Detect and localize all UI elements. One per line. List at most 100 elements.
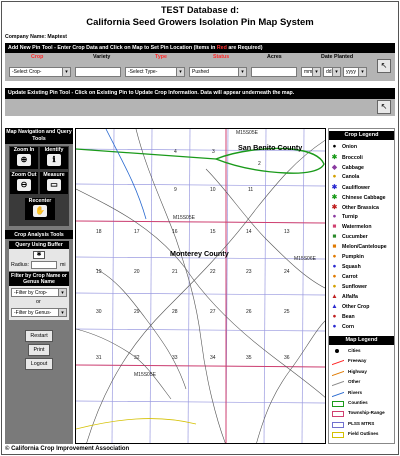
- crop-symbol-icon: ●: [332, 313, 337, 320]
- zoom-in-label: Zoom In: [13, 147, 35, 153]
- map-legend-label: PLSS MTRS: [348, 420, 375, 426]
- township-label: M15S05E: [173, 215, 195, 221]
- section-number: 13: [284, 229, 290, 235]
- logout-button[interactable]: Logout: [25, 358, 53, 370]
- crop-legend-item: ◆ Cabbage: [331, 163, 364, 172]
- section-number: 4: [174, 149, 177, 155]
- measure-button[interactable]: Measure ▭: [40, 172, 68, 194]
- date-month-select[interactable]: mm ▾: [301, 67, 321, 77]
- section-number: 32: [134, 355, 140, 361]
- type-select-value: -Select Type-: [128, 69, 158, 75]
- crop-legend-label: Canola: [342, 174, 360, 180]
- section-number: 27: [210, 309, 216, 315]
- crop-legend-label: Carrot: [342, 274, 358, 280]
- or-label: or: [36, 299, 41, 305]
- map-layers: [76, 129, 325, 443]
- map-legend-swatch-icon: [332, 388, 344, 397]
- river-line: [105, 129, 147, 220]
- crop-legend-label: Corn: [342, 324, 355, 330]
- database-title: TEST Database d:: [160, 5, 240, 15]
- crop-select[interactable]: -Select Crop- ▾: [9, 67, 71, 77]
- ruler-icon: ▭: [47, 179, 61, 191]
- section-number: 35: [246, 355, 252, 361]
- variety-input[interactable]: [75, 67, 121, 77]
- update-pin-pointer-button[interactable]: ↖: [377, 100, 391, 114]
- recenter-label: Recenter: [28, 198, 52, 204]
- crop-legend-item: ■ Cucumber: [331, 233, 368, 242]
- crop-symbol-icon: ●: [332, 213, 337, 220]
- buffer-query-title: Query Using Buffer: [9, 241, 69, 249]
- zoom-in-icon: ⊕: [17, 154, 31, 166]
- crop-legend-item: ✱ Cauliflower: [331, 183, 370, 192]
- township-label: M15S05E: [236, 130, 258, 136]
- copyright-footer: © California Crop Improvement Associatio…: [5, 446, 130, 452]
- type-select[interactable]: -Select Type- ▾: [125, 67, 185, 77]
- crop-legend-label: Watermelon: [342, 224, 372, 230]
- new-pin-tool-title: Add New Pin Tool - Enter Crop Data and C…: [5, 43, 395, 53]
- section-number: 34: [210, 355, 216, 361]
- map-legend-title: Map Legend: [329, 336, 394, 345]
- buffer-query-icon[interactable]: ✱: [33, 251, 45, 259]
- filter-genus-value: -Filter by Genus-: [14, 310, 52, 316]
- filter-crop-value: -Filter by Crop-: [14, 290, 48, 296]
- section-number: 9: [174, 187, 177, 193]
- crop-symbol-icon: ●: [332, 253, 337, 260]
- field-outline: [76, 418, 197, 430]
- crop-symbol-icon: ●: [332, 283, 337, 290]
- map-legend-swatch-icon: [332, 421, 344, 428]
- measure-label: Measure: [43, 172, 65, 178]
- filter-title: Filter by Crop Name or Genus Name: [9, 272, 69, 286]
- chevron-down-icon: ▾: [332, 68, 340, 76]
- section-number: 19: [96, 269, 102, 275]
- crop-legend-label: Melon/Canteloupe: [342, 244, 387, 250]
- company-name: Company Name: Maptest: [5, 34, 67, 40]
- crop-legend-item: ✱ Other Brassica: [331, 203, 379, 212]
- recenter-button[interactable]: Recenter ✋: [25, 198, 55, 220]
- section-number: 18: [96, 229, 102, 235]
- tools-column: Map Navigation and Query Tools Zoom In ⊕ …: [5, 128, 73, 444]
- section-number: 10: [210, 187, 216, 193]
- section-number: 15: [210, 229, 216, 235]
- new-pin-tool-panel: Crop Variety Type Status Acres Date Plan…: [5, 53, 395, 81]
- section-number: 14: [246, 229, 252, 235]
- crop-legend-item: ✱ Chinese Cabbage: [331, 193, 386, 202]
- restart-button[interactable]: Restart: [25, 330, 53, 342]
- crop-legend-label: Pumpkin: [342, 254, 364, 260]
- map-canvas[interactable]: M15S05E M15S05E M15S06E M15S05E San Beni…: [75, 128, 326, 444]
- identify-button[interactable]: Identify ℹ: [40, 147, 68, 169]
- filter-genus-select[interactable]: -Filter by Genus- ▾: [11, 308, 67, 317]
- map-legend-swatch-icon: [332, 432, 344, 439]
- crop-symbol-icon: ▲: [331, 303, 338, 310]
- date-day-select[interactable]: dd ▾: [323, 67, 341, 77]
- crop-legend-label: Broccoli: [342, 155, 363, 161]
- nav-tools-title: Map Navigation and Query Tools: [5, 128, 73, 144]
- plss-grid: [76, 129, 325, 443]
- township-label: M15S06E: [294, 256, 316, 262]
- chevron-down-icon: ▾: [238, 68, 246, 76]
- filter-crop-select[interactable]: -Filter by Crop- ▾: [11, 288, 67, 297]
- acres-input[interactable]: [251, 67, 297, 77]
- section-number: 25: [284, 309, 290, 315]
- crop-legend-item: ✱ Broccoli: [331, 153, 363, 162]
- print-button[interactable]: Print: [28, 344, 50, 356]
- crop-legend-item: ▲ Other Crop: [331, 303, 369, 312]
- section-number: 31: [96, 355, 102, 361]
- zoom-out-button[interactable]: Zoom Out ⊖: [10, 172, 38, 194]
- county-boundary: [76, 148, 217, 160]
- status-select[interactable]: Pushed ▾: [189, 67, 247, 77]
- zoom-in-button[interactable]: Zoom In ⊕: [10, 147, 38, 169]
- section-number: 16: [172, 229, 178, 235]
- radius-input[interactable]: [31, 261, 57, 269]
- map-legend-swatch-icon: [332, 357, 344, 366]
- crop-symbol-icon: ✱: [331, 194, 338, 201]
- crop-legend-label: Bean: [342, 314, 355, 320]
- crop-legend-item: ● Corn: [331, 323, 355, 332]
- section-number: 24: [284, 269, 290, 275]
- set-pin-pointer-button[interactable]: ↖: [377, 59, 391, 73]
- date-year-select[interactable]: yyyy ▾: [343, 67, 367, 77]
- crop-symbol-icon: ●: [332, 143, 337, 150]
- update-pin-tool-panel: ↖: [5, 99, 395, 116]
- section-number: 29: [134, 309, 140, 315]
- map-legend-label: Township-Range: [348, 410, 385, 416]
- section-number: 3: [212, 149, 215, 155]
